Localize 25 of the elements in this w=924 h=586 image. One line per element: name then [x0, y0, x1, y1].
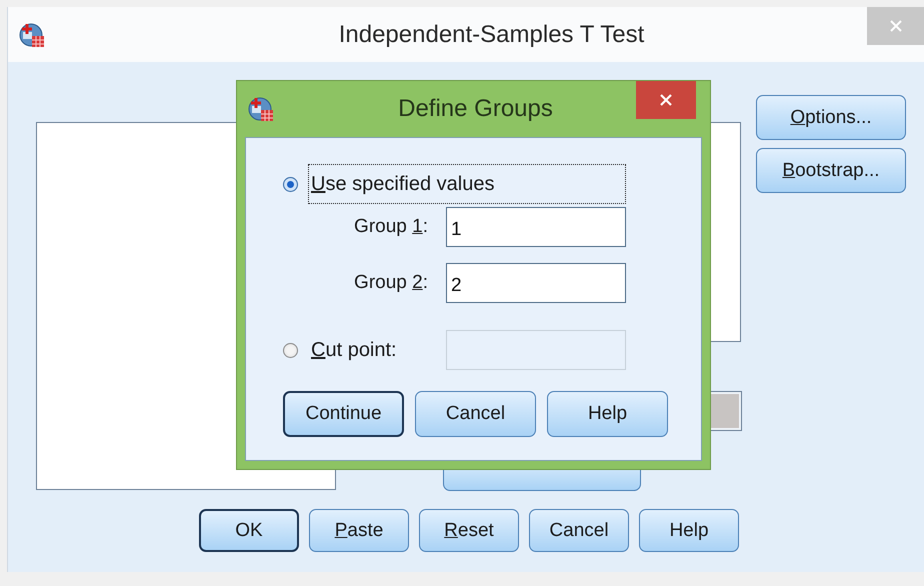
button[interactable]: Options...	[756, 95, 906, 140]
button[interactable]: Continue	[283, 391, 404, 437]
button[interactable]: Cancel	[415, 391, 536, 437]
button[interactable]: Help	[639, 509, 739, 552]
window-title: Independent-Samples T Test	[338, 20, 646, 48]
button[interactable]: Bootstrap...	[756, 148, 906, 193]
input-field[interactable]: 2	[446, 263, 626, 303]
dialog-title: Define Groups	[397, 94, 554, 122]
input-field[interactable]: 1	[446, 207, 626, 247]
close-icon	[889, 19, 903, 33]
button[interactable]: OK	[199, 509, 299, 552]
close-button[interactable]	[636, 81, 696, 119]
radio-label[interactable]: Cut point:	[308, 330, 446, 370]
radio-button[interactable]	[283, 176, 298, 192]
button[interactable]: Help	[547, 391, 668, 437]
field-label: Group 2:	[354, 272, 428, 294]
field-label: Group 1:	[354, 216, 428, 238]
app-icon	[247, 94, 275, 122]
app-icon	[18, 20, 46, 48]
radio-label[interactable]: Use specified values	[308, 164, 626, 204]
close-icon	[659, 93, 673, 107]
radio-button[interactable]	[283, 342, 298, 358]
button[interactable]: Reset	[419, 509, 519, 552]
button[interactable]: Paste	[309, 509, 409, 552]
button[interactable]: Cancel	[529, 509, 629, 552]
